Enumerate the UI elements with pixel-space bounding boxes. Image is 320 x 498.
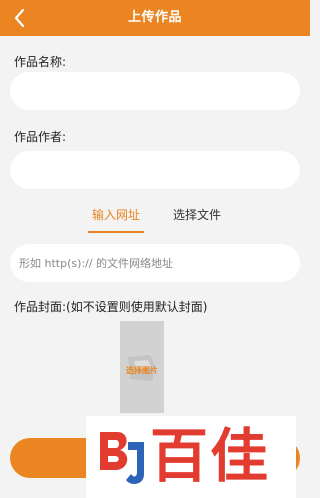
select-image-text: 选择图片: [126, 366, 158, 375]
bj-logo-icon: [100, 432, 144, 484]
upload-work-page: 上传作品 作品名称: 作品作者: 输入网址 选择文件 作品封面:(如不设置则使用…: [0, 0, 310, 498]
watermark-text: 百佳: [150, 422, 271, 490]
cover-label: 作品封面:(如不设置则使用默认封面): [14, 300, 208, 314]
source-tabs: 输入网址 选择文件: [0, 204, 310, 233]
page-title: 上传作品: [127, 10, 182, 25]
watermark: 百佳: [86, 416, 296, 498]
work-author-label: 作品作者:: [14, 130, 67, 144]
work-name-label: 作品名称:: [14, 55, 67, 69]
app-header: 上传作品: [0, 0, 310, 36]
work-author-input[interactable]: [10, 151, 300, 189]
tab-select-file[interactable]: 选择文件: [173, 204, 221, 230]
select-cover-image-button[interactable]: 选择图片: [120, 321, 164, 413]
work-name-input[interactable]: [10, 72, 300, 110]
file-url-input[interactable]: [10, 244, 300, 282]
tab-enter-url[interactable]: 输入网址: [87, 204, 145, 233]
